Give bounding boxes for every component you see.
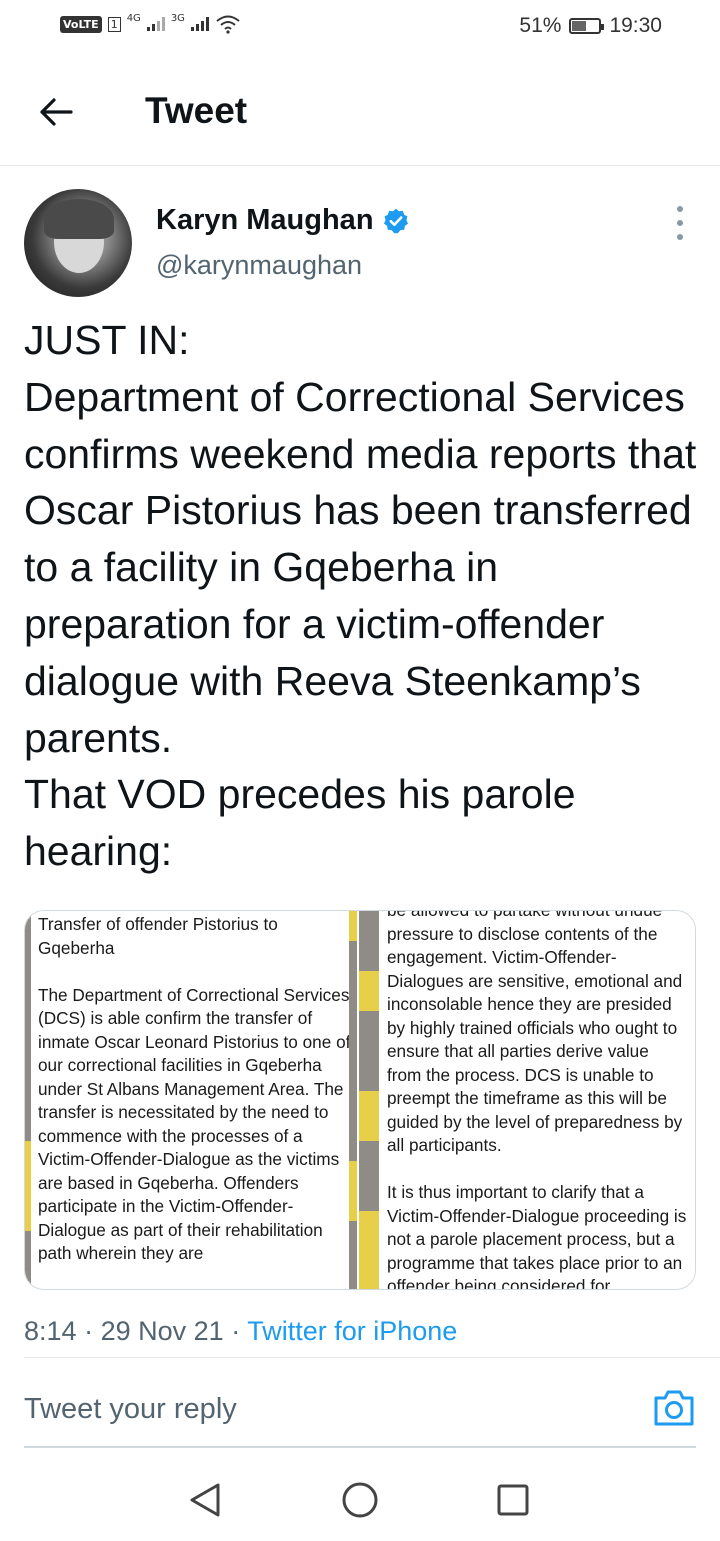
- image-border-decoration: [359, 911, 379, 1289]
- separator: ·: [84, 1316, 94, 1346]
- tweet-source-link[interactable]: Twitter for iPhone: [247, 1316, 457, 1346]
- top-app-bar: Tweet: [0, 56, 720, 166]
- network-type-1: 4G: [126, 12, 141, 24]
- network-type-2: 3G: [170, 12, 185, 24]
- back-button[interactable]: [30, 86, 82, 138]
- tweet-time: 8:14: [24, 1316, 77, 1346]
- more-options-button[interactable]: [666, 206, 694, 240]
- battery-icon: [569, 18, 605, 34]
- media-image-1-text: Transfer of offender Pistorius to Gqeber…: [38, 914, 351, 1263]
- camera-button[interactable]: [652, 1388, 696, 1428]
- author-name-row[interactable]: Karyn Maughan: [156, 204, 410, 237]
- clock: 19:30: [609, 14, 662, 37]
- media-image-1[interactable]: Transfer of offender Pistorius to Gqeber…: [25, 911, 357, 1289]
- signal-bars-1-icon: [146, 17, 165, 31]
- camera-icon: [654, 1390, 694, 1426]
- nav-home-icon: [342, 1482, 378, 1518]
- avatar[interactable]: [24, 189, 132, 297]
- nav-home-button[interactable]: [340, 1480, 380, 1520]
- reply-bar: [24, 1372, 696, 1448]
- divider: [24, 1357, 720, 1358]
- status-left: VoLTE 1 4G 3G: [60, 12, 241, 34]
- signal-bars-2-icon: [190, 17, 209, 31]
- system-nav-bar: [0, 1460, 720, 1541]
- tweet-metadata: 8:14 · 29 Nov 21 · Twitter for iPhone: [24, 1316, 457, 1347]
- nav-back-button[interactable]: [186, 1480, 226, 1520]
- volte-indicator: VoLTE: [60, 15, 102, 33]
- media-image-2[interactable]: be allowed to partake without undue pres…: [359, 911, 695, 1289]
- status-right: 51% 19:30: [519, 14, 662, 38]
- tweet-media[interactable]: Transfer of offender Pistorius to Gqeber…: [24, 910, 696, 1290]
- battery-percentage: 51%: [519, 14, 562, 37]
- nav-recents-icon: [497, 1484, 529, 1516]
- status-bar: VoLTE 1 4G 3G 51% 19:30: [0, 0, 720, 56]
- media-image-2-text: be allowed to partake without undue pres…: [387, 911, 687, 1289]
- sim-indicator: 1: [107, 16, 121, 32]
- page-title: Tweet: [145, 90, 248, 131]
- reply-input[interactable]: [24, 1372, 624, 1446]
- arrow-left-icon: [40, 98, 73, 126]
- author-name[interactable]: Karyn Maughan: [156, 204, 374, 237]
- tweet-text: JUST IN: Department of Correctional Serv…: [24, 317, 697, 875]
- image-border-decoration: [349, 911, 357, 1289]
- wifi-icon: [216, 15, 240, 34]
- separator: ·: [231, 1316, 241, 1346]
- more-vertical-icon: [677, 206, 683, 212]
- nav-recents-button[interactable]: [493, 1480, 533, 1520]
- nav-back-icon: [190, 1483, 220, 1517]
- verified-badge-icon: [383, 208, 408, 233]
- image-border-decoration: [25, 911, 31, 1289]
- tweet-date: 29 Nov 21: [100, 1316, 224, 1346]
- author-handle[interactable]: @karynmaughan: [156, 250, 362, 281]
